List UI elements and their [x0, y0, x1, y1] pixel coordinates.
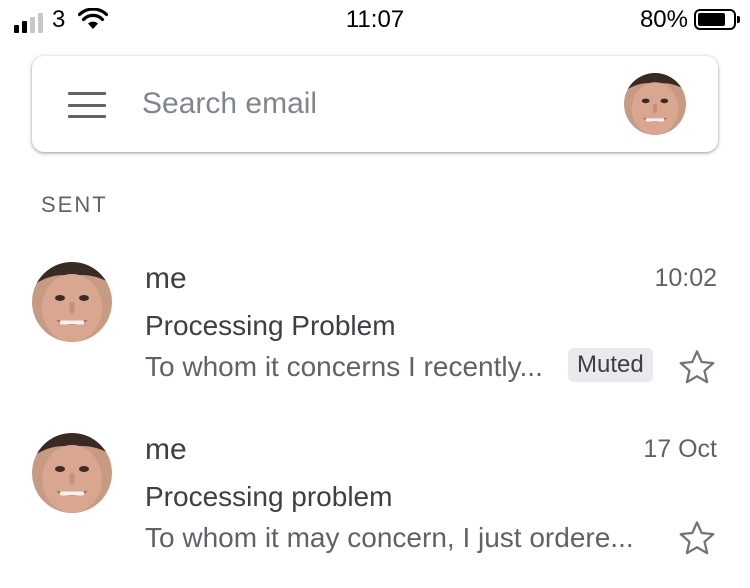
sender-avatar[interactable] — [32, 262, 112, 342]
email-row[interactable]: me 17 Oct Processing problem To whom it … — [0, 433, 750, 583]
search-bar — [32, 56, 718, 152]
email-snippet: To whom it concerns I recently... — [145, 351, 543, 382]
menu-icon[interactable] — [68, 92, 106, 118]
section-label: SENT — [41, 192, 108, 217]
muted-badge: Muted — [568, 348, 653, 382]
email-subject: Processing problem — [145, 481, 393, 512]
status-time: 11:07 — [345, 6, 405, 33]
email-sender: me — [145, 433, 187, 466]
star-icon[interactable] — [676, 347, 718, 389]
email-sender: me — [145, 262, 187, 295]
battery-percent: 80% — [639, 6, 688, 33]
email-row[interactable]: me 10:02 Processing Problem To whom it c… — [0, 262, 750, 412]
email-date: 17 Oct — [643, 435, 717, 463]
star-icon[interactable] — [676, 518, 718, 560]
status-bar: 3 11:07 80% — [0, 0, 750, 40]
sender-avatar[interactable] — [32, 433, 112, 513]
avatar[interactable] — [624, 73, 686, 135]
search-input[interactable] — [142, 84, 582, 124]
email-snippet: To whom it may concern, I just ordere... — [145, 522, 634, 553]
email-date: 10:02 — [654, 264, 717, 292]
battery-icon — [694, 9, 740, 30]
email-subject: Processing Problem — [145, 310, 396, 341]
